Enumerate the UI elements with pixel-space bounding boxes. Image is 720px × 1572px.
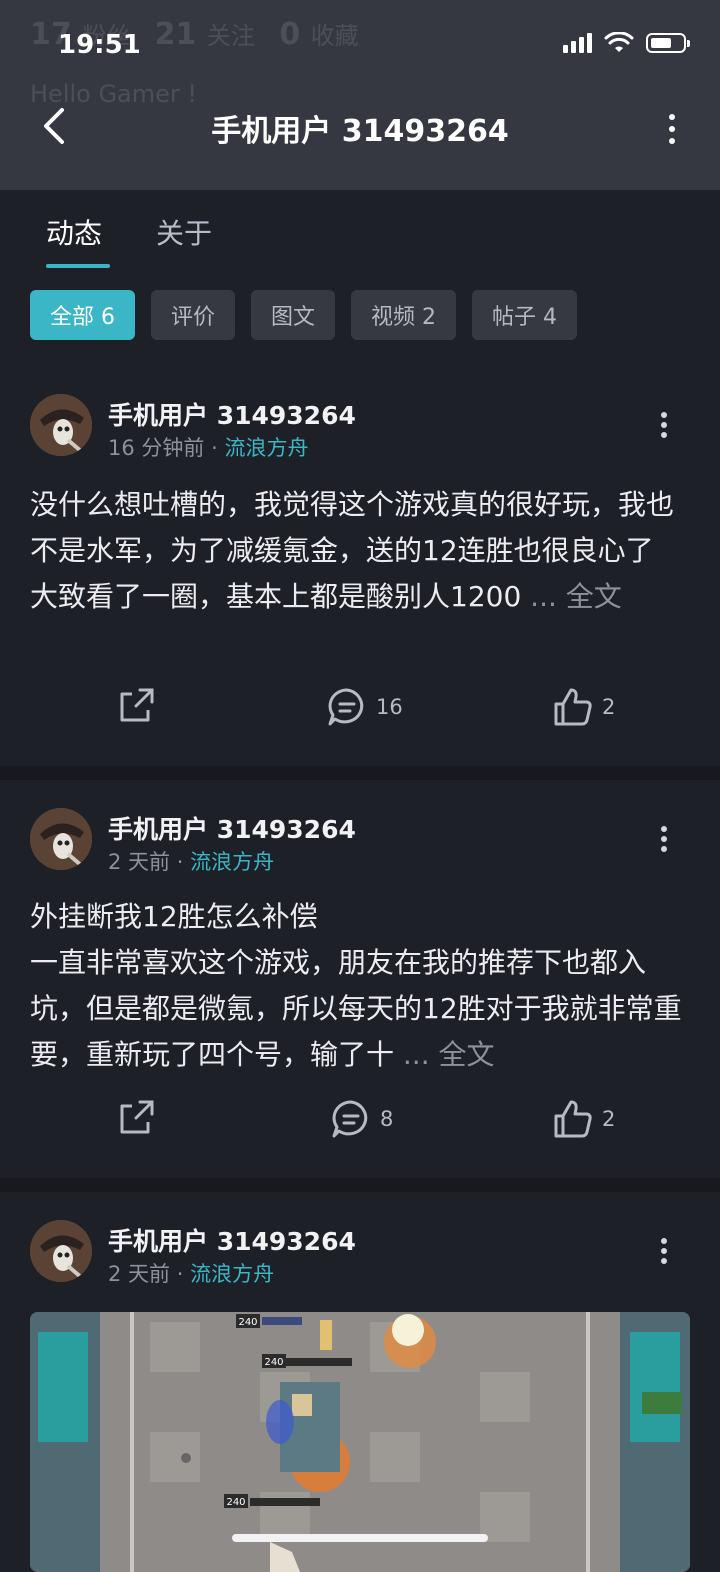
post-more-icon[interactable] [660,410,668,440]
hp-label: 240 [238,1317,257,1328]
post-meta: 2 天前 · 流浪方舟 [108,846,274,876]
post-meta: 2 天前 · 流浪方舟 [108,1258,274,1288]
post-author[interactable]: 手机用户 31493264 [108,1222,356,1258]
post-body-line: 大致看了一圈，基本上都是酸别人1200 [30,580,531,613]
battery-icon [646,33,690,53]
avatar-image [30,808,92,870]
filter-reviews[interactable]: 评价 [151,290,236,340]
comment-icon [328,688,364,726]
like-count: 2 [602,1107,616,1131]
read-more-link[interactable]: ... 全文 [403,1038,495,1071]
cellular-signal-icon [563,33,592,53]
post-body[interactable]: 没什么想吐槽的，我觉得这个游戏真的很好玩，我也不是水军，为了减缓氪金，送的12连… [30,482,690,620]
post-body-line: 没什么想吐槽的，我觉得这个游戏真的很好玩，我也不是水军，为了减缓氪金，送的12连… [30,488,675,567]
follow-label: 关注 [206,22,255,50]
like-button[interactable]: 2 [552,1098,615,1140]
meta-separator: · [176,1262,191,1286]
share-icon [120,688,154,722]
comment-button[interactable]: 8 [330,1098,393,1140]
comment-count: 16 [376,695,403,719]
post-game-link[interactable]: 流浪方舟 [190,1262,274,1286]
tab-dynamics[interactable]: 动态 [46,212,102,252]
post-image[interactable]: 240 240 240 [30,1312,690,1572]
more-options-icon[interactable] [666,110,678,150]
status-icons [563,32,690,54]
post-body[interactable]: 外挂断我12胜怎么补偿 一直非常喜欢这个游戏，朋友在我的推荐下也都入坑，但是都是… [30,894,690,1078]
post-time: 2 天前 [108,850,171,874]
home-indicator[interactable] [232,1534,488,1542]
post-author[interactable]: 手机用户 31493264 [108,396,356,432]
post-actions: 8 2 [0,1098,720,1158]
post-time: 2 天前 [108,1262,171,1286]
meta-separator: · [211,436,225,460]
avatar[interactable] [30,808,92,870]
status-time: 19:51 [58,30,141,60]
post-divider [0,766,720,780]
comment-button[interactable]: 16 [326,686,403,728]
thumbs-up-icon [554,688,592,726]
filter-chips: 全部 6 评价 图文 视频 2 帖子 4 [30,290,578,342]
hp-label: 240 [226,1497,245,1508]
filter-all[interactable]: 全部 6 [30,290,135,340]
post-game-link[interactable]: 流浪方舟 [190,850,274,874]
avatar[interactable] [30,1220,92,1282]
post-body-line: 一直非常喜欢这个游戏，朋友在我的推荐下也都入坑，但是都是微氪，所以每天的12胜对… [30,946,682,1071]
post-time: 16 分钟前 [108,436,205,460]
active-tab-indicator [46,264,110,268]
page-title: 手机用户 31493264 [211,114,509,149]
read-more-link[interactable]: ... 全文 [530,580,622,613]
game-screenshot: 240 240 240 [30,1312,690,1572]
post-game-link[interactable]: 流浪方舟 [224,436,308,460]
profile-tabs: 动态 关于 [0,190,720,280]
share-button[interactable] [116,686,156,726]
post-more-icon[interactable] [660,824,668,854]
thumbs-up-icon [554,1100,592,1138]
like-button[interactable]: 2 [552,686,615,728]
avatar-image [30,1220,92,1282]
fav-count: 0 [279,17,301,52]
post-author[interactable]: 手机用户 31493264 [108,810,356,846]
hp-label: 240 [264,1357,283,1368]
avatar[interactable] [30,394,92,456]
share-icon [120,1100,154,1134]
meta-separator: · [176,850,191,874]
follow-count: 21 [154,17,197,52]
post-more-icon[interactable] [660,1236,668,1266]
filter-posts[interactable]: 帖子 4 [472,290,578,340]
fav-label: 收藏 [310,22,359,50]
like-count: 2 [602,695,616,719]
share-button[interactable] [116,1098,156,1138]
profile-header: 17 粉丝 21 关注 0 收藏 Hello Gamer ! 19:51 手机用… [0,0,720,190]
comment-count: 8 [380,1107,394,1131]
post-divider [0,1178,720,1192]
wifi-icon [604,32,634,52]
tab-about[interactable]: 关于 [156,212,212,252]
avatar-image [30,394,92,456]
post-body-line: 外挂断我12胜怎么补偿 [30,900,318,933]
filter-image-text[interactable]: 图文 [251,290,336,340]
filter-videos[interactable]: 视频 2 [351,290,457,340]
post-actions: 16 2 [0,686,720,746]
post-meta: 16 分钟前 · 流浪方舟 [108,432,308,462]
comment-icon [332,1100,368,1138]
